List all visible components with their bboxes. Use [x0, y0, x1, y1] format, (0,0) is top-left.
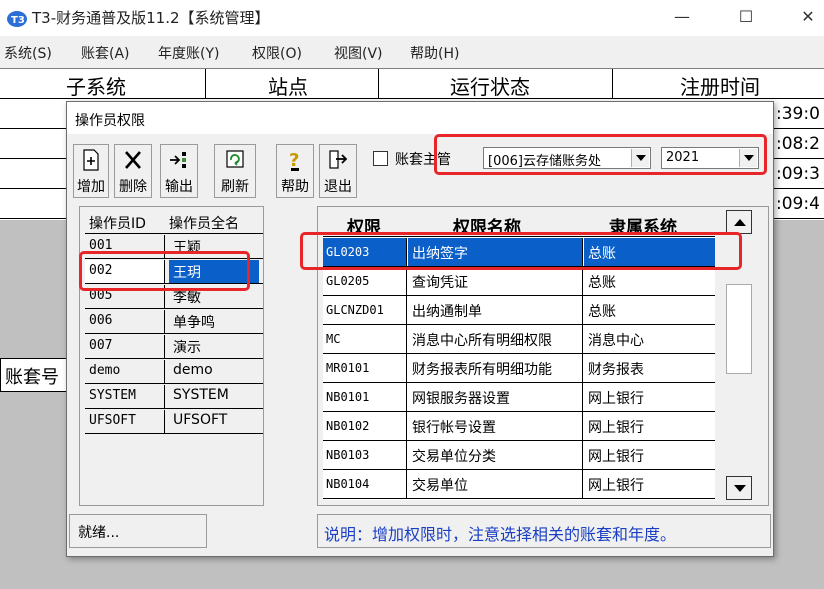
refresh-button-label: 刷新: [221, 179, 249, 195]
close-button[interactable]: ✕: [786, 4, 824, 30]
account-supervisor-checkbox[interactable]: [373, 151, 388, 166]
list-item[interactable]: 006 单争鸣: [85, 310, 263, 334]
export-icon: [170, 152, 186, 168]
exit-button[interactable]: 退出: [319, 144, 357, 198]
export-button-label: 输出: [165, 179, 193, 195]
annotation-highlight-account: [434, 134, 767, 175]
menu-system[interactable]: 系统(S): [4, 43, 52, 63]
scroll-down-icon[interactable]: [726, 476, 752, 500]
status-bar: 就绪...: [69, 514, 207, 548]
list-item[interactable]: UFSOFT UFSOFT: [85, 410, 263, 434]
help-button[interactable]: ? 帮助: [276, 144, 314, 198]
col-subsystem: 子系统: [66, 75, 126, 99]
refresh-icon: [226, 150, 244, 168]
annotation-highlight-operator: [79, 251, 250, 291]
col-register-time: 注册时间: [680, 75, 760, 99]
refresh-button[interactable]: 刷新: [214, 144, 256, 198]
table-row[interactable]: MC 消息中心所有明细权限 消息中心: [323, 325, 715, 354]
help-icon: ?: [289, 150, 299, 171]
note-bar: 说明：增加权限时，注意选择相关的账套和年度。: [317, 514, 771, 548]
delete-button[interactable]: 删除: [114, 144, 152, 198]
add-button[interactable]: 增加: [73, 144, 109, 198]
table-row[interactable]: NB0102 银行帐号设置 网上银行: [323, 412, 715, 441]
register-time-cell: :09:3: [776, 164, 820, 184]
list-item[interactable]: demo demo: [85, 360, 263, 384]
table-row[interactable]: GLCNZD01 出纳通制单 总账: [323, 296, 715, 325]
title-bar: T3 T3-财务通普及版11.2【系统管理】 — ☐ ✕: [0, 0, 824, 36]
svg-text:?: ?: [289, 150, 299, 171]
scroll-up-icon[interactable]: [726, 210, 752, 234]
col-operator-name: 操作员全名: [169, 216, 239, 232]
export-button[interactable]: 输出: [160, 144, 198, 198]
minimize-button[interactable]: —: [660, 4, 704, 30]
delete-icon: [125, 151, 141, 169]
menu-help[interactable]: 帮助(H): [410, 43, 459, 63]
app-logo-icon: T3: [7, 11, 27, 27]
dialog-title-bar: 操作员权限: [67, 102, 773, 134]
exit-icon: [329, 150, 348, 169]
add-button-label: 增加: [77, 179, 105, 195]
table-row[interactable]: NB0101 网银服务器设置 网上银行: [323, 383, 715, 412]
maximize-button[interactable]: ☐: [724, 4, 768, 30]
table-row[interactable]: NB0104 交易单位 网上银行: [323, 470, 715, 499]
menu-view[interactable]: 视图(V): [334, 43, 383, 63]
status-text: 就绪...: [78, 525, 120, 541]
account-number-header: 账套号: [0, 358, 70, 392]
subsystem-table-header: 子系统 站点 运行状态 注册时间: [0, 69, 824, 99]
table-row[interactable]: MR0101 财务报表所有明细功能 财务报表: [323, 354, 715, 383]
col-site: 站点: [268, 75, 308, 99]
table-row[interactable]: GL0205 查询凭证 总账: [323, 267, 715, 296]
menu-account[interactable]: 账套(A): [81, 43, 130, 63]
list-item[interactable]: 007 演示: [85, 335, 263, 359]
delete-button-label: 删除: [119, 179, 147, 195]
register-time-cell: :39:0: [776, 104, 820, 124]
col-operator-id: 操作员ID: [89, 216, 146, 232]
scrollbar-thumb[interactable]: [726, 284, 752, 374]
menu-permission[interactable]: 权限(O): [252, 43, 302, 63]
menu-year-account[interactable]: 年度账(Y): [158, 43, 219, 63]
window-title: T3-财务通普及版11.2【系统管理】: [32, 9, 270, 27]
note-text: 说明：增加权限时，注意选择相关的账套和年度。: [324, 525, 677, 544]
add-icon: [83, 149, 99, 171]
col-run-status: 运行状态: [450, 75, 530, 99]
exit-button-label: 退出: [324, 179, 352, 195]
menu-bar: 系统(S) 账套(A) 年度账(Y) 权限(O) 视图(V) 帮助(H): [0, 38, 824, 66]
register-time-cell: :08:2: [776, 134, 820, 154]
help-button-label: 帮助: [281, 179, 309, 195]
list-item[interactable]: SYSTEM SYSTEM: [85, 385, 263, 409]
register-time-cell: :09:4: [776, 194, 820, 214]
operator-list-header: 操作员ID 操作员全名: [85, 210, 263, 234]
svg-text:T3: T3: [11, 15, 25, 26]
annotation-highlight-permission: [300, 232, 742, 270]
table-row[interactable]: NB0103 交易单位分类 网上银行: [323, 441, 715, 470]
dialog-title: 操作员权限: [75, 113, 145, 129]
